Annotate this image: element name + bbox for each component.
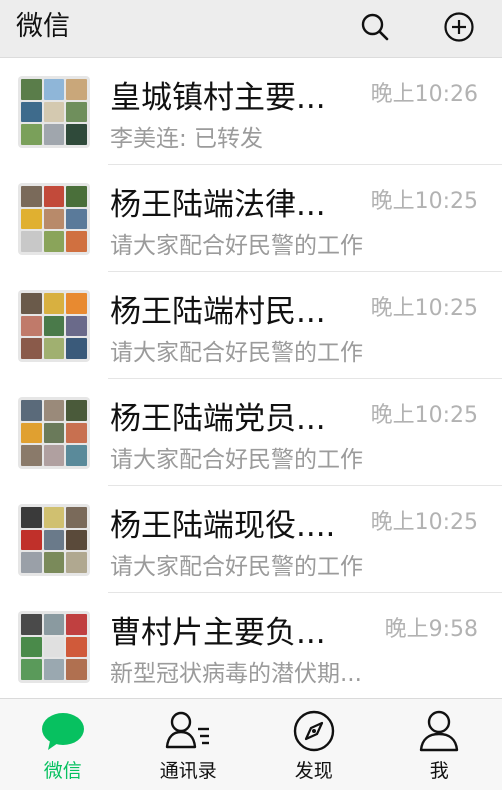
top-bar: 微信 [0, 0, 502, 58]
chat-row[interactable]: 杨王陆端法律... 晚上10:25 请大家配合好民警的工作 [0, 165, 502, 272]
chat-row[interactable]: 杨王陆端现役.... 晚上10:25 请大家配合好民警的工作 [0, 486, 502, 593]
chat-time: 晚上10:25 [370, 189, 478, 214]
tab-discover[interactable]: 发现 [251, 699, 377, 790]
chat-preview: 请大家配合好民警的工作 [110, 554, 363, 580]
contacts-icon [164, 709, 212, 753]
chat-row[interactable]: 皇城镇村主要... 晚上10:26 李美连: 已转发 [0, 58, 502, 165]
chat-row[interactable]: 杨王陆端村民... 晚上10:25 请大家配合好民警的工作 [0, 272, 502, 379]
tab-label: 发现 [294, 760, 333, 782]
group-avatar [18, 504, 90, 576]
chat-preview: 请大家配合好民警的工作 [110, 233, 363, 259]
chat-name: 杨王陆端现役.... [110, 508, 336, 544]
chat-row[interactable]: 曹村片主要负... 晚上9:58 新型冠状病毒的潜伏期... [0, 593, 502, 698]
chat-name: 杨王陆端党员... [110, 401, 326, 437]
chat-bubble-icon [39, 709, 87, 753]
chat-row[interactable]: 杨王陆端党员... 晚上10:25 请大家配合好民警的工作 [0, 379, 502, 486]
group-avatar [18, 76, 90, 148]
tab-contacts[interactable]: 通讯录 [126, 699, 252, 790]
chat-time: 晚上10:25 [370, 296, 478, 321]
add-button[interactable] [442, 10, 476, 44]
chat-name: 曹村片主要负... [110, 615, 326, 651]
plus-circle-icon [444, 12, 474, 42]
group-avatar [18, 290, 90, 362]
chat-time: 晚上10:26 [370, 82, 478, 107]
chat-time: 晚上9:58 [384, 617, 478, 642]
tab-me[interactable]: 我 [377, 699, 502, 790]
search-icon [361, 13, 389, 41]
tab-bar: 微信 通讯录 发现 我 [0, 698, 502, 790]
chat-preview: 新型冠状病毒的潜伏期... [110, 661, 362, 687]
search-button[interactable] [358, 10, 392, 44]
person-icon [415, 709, 463, 753]
chat-list: 皇城镇村主要... 晚上10:26 李美连: 已转发 杨王陆端法律... 晚上1… [0, 58, 502, 698]
tab-label: 我 [429, 760, 449, 782]
chat-name: 杨王陆端村民... [110, 294, 326, 330]
group-avatar [18, 611, 90, 683]
chat-preview: 李美连: 已转发 [110, 126, 264, 152]
tab-chats[interactable]: 微信 [0, 699, 126, 790]
group-avatar [18, 397, 90, 469]
chat-preview: 请大家配合好民警的工作 [110, 340, 363, 366]
chat-time: 晚上10:25 [370, 403, 478, 428]
page-title: 微信 [16, 11, 70, 42]
group-avatar [18, 183, 90, 255]
compass-icon [290, 709, 338, 753]
chat-time: 晚上10:25 [370, 510, 478, 535]
chat-name: 皇城镇村主要... [110, 80, 326, 116]
chat-preview: 请大家配合好民警的工作 [110, 447, 363, 473]
tab-label: 微信 [43, 760, 82, 782]
chat-name: 杨王陆端法律... [110, 187, 326, 223]
tab-label: 通讯录 [159, 760, 217, 782]
